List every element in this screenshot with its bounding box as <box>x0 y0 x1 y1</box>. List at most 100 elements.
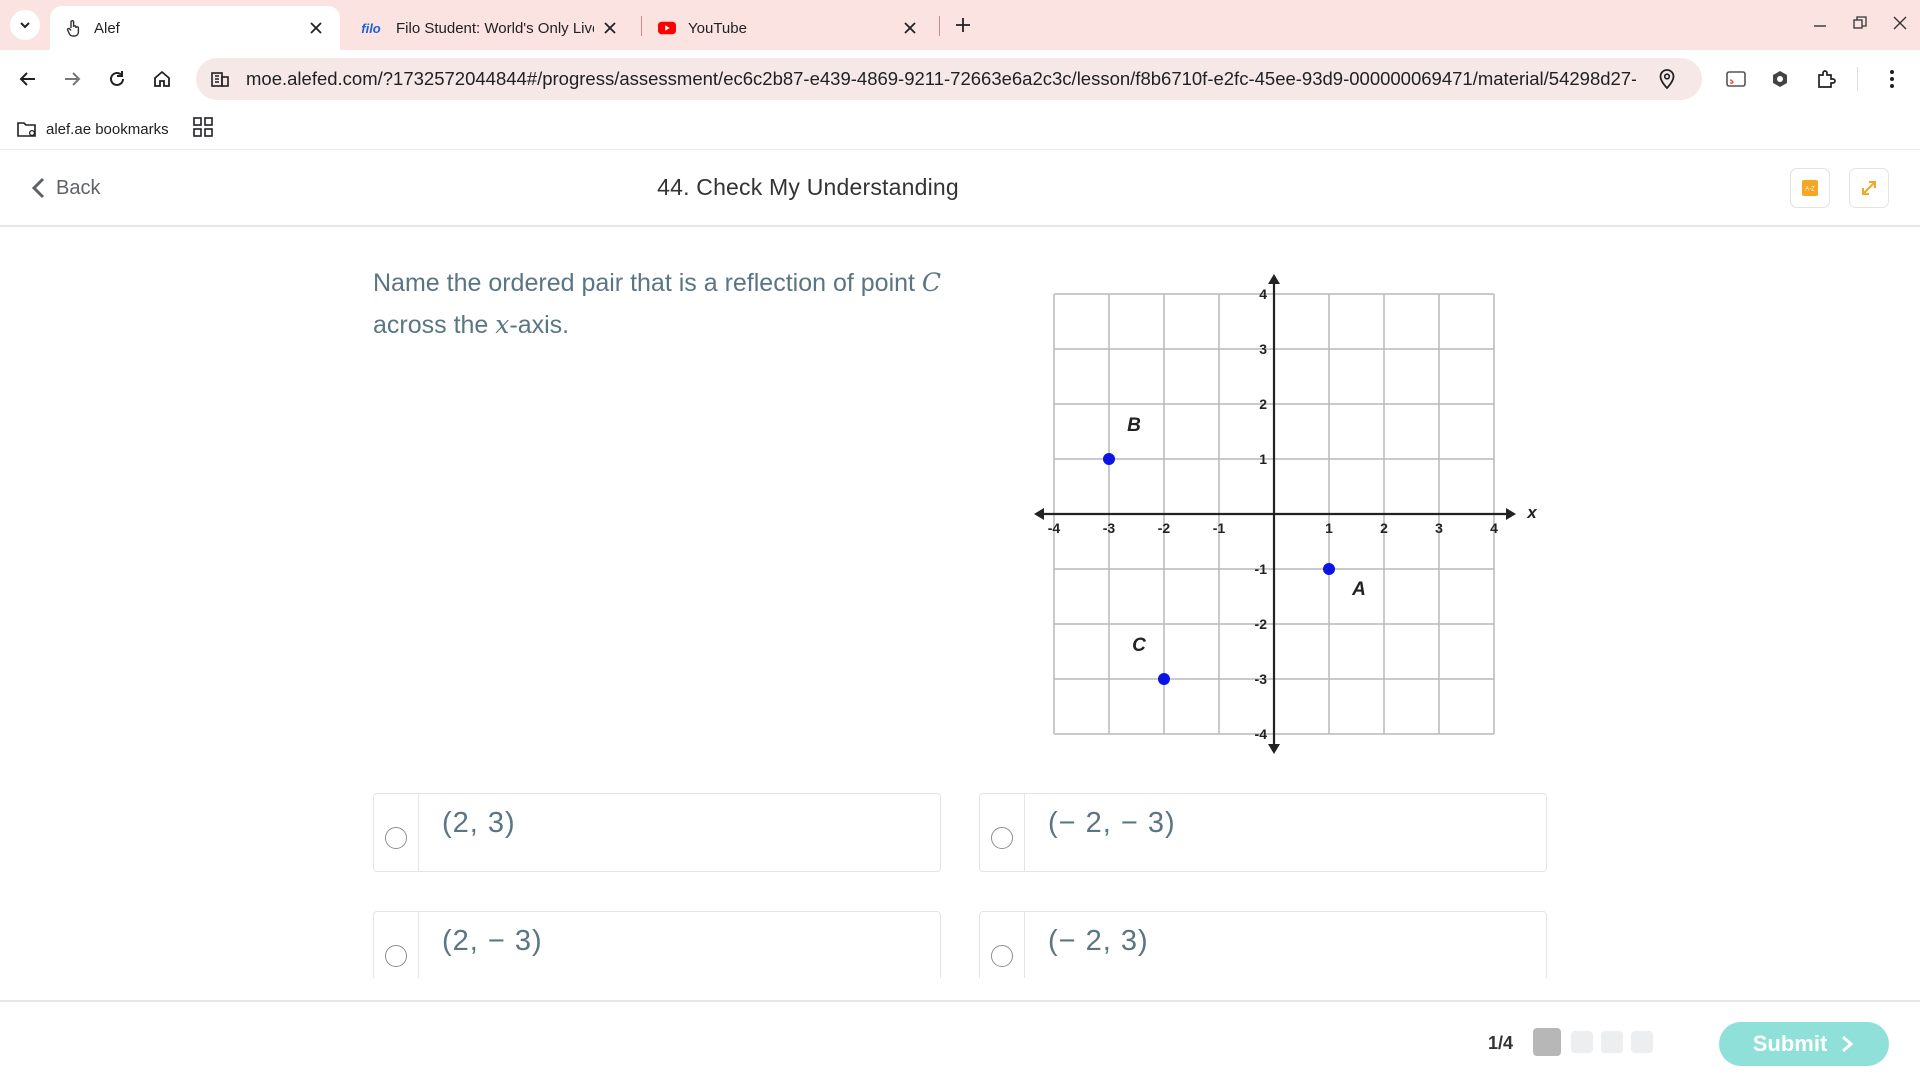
youtube-icon <box>658 19 676 37</box>
url-text: moe.alefed.com/?1732572044844#/progress/… <box>246 68 1636 89</box>
tab-youtube[interactable]: YouTube <box>644 6 934 50</box>
extension-button[interactable] <box>1764 63 1796 95</box>
tab-title: Alef <box>94 19 120 37</box>
reload-button[interactable] <box>101 63 133 95</box>
question-text: Name the ordered pair that is a reflecti… <box>373 262 973 346</box>
y-tick-label: 1 <box>1259 451 1267 467</box>
browser-menu-button[interactable] <box>1876 63 1908 95</box>
bookmark-folder-alef[interactable]: alef.ae bookmarks <box>16 117 169 141</box>
home-button[interactable] <box>146 63 178 95</box>
x-tick-label: 4 <box>1490 520 1498 536</box>
close-icon[interactable] <box>600 18 620 38</box>
coordinate-plane: x -4 -3 -2 -1 1 2 3 4 4 3 2 1 -1 -2 -3 -4 B A C <box>1034 274 1538 754</box>
close-window-button[interactable] <box>1882 8 1918 38</box>
submit-button[interactable]: Submit <box>1719 1022 1889 1066</box>
bookmark-label: alef.ae bookmarks <box>46 120 169 138</box>
kebab-menu-icon <box>1890 70 1894 88</box>
browser-toolbar: moe.alefed.com/?1732572044844#/progress/… <box>0 50 1920 108</box>
option-label: (2, 3) <box>442 807 516 839</box>
y-tick-label: 3 <box>1259 341 1267 357</box>
progress-step-3[interactable] <box>1601 1031 1623 1053</box>
question-part: Name the ordered pair that is a reflecti… <box>373 269 922 297</box>
point-label-B: B <box>1127 415 1141 436</box>
radio-cell <box>374 794 419 871</box>
folder-icon <box>17 122 36 137</box>
x-tick-label: -1 <box>1213 520 1226 536</box>
option-label: (− 2, − 3) <box>1048 807 1176 839</box>
y-tick-label: -4 <box>1255 726 1268 742</box>
svg-text:A-Z: A-Z <box>1805 187 1815 193</box>
extensions-menu-button[interactable] <box>1810 63 1842 95</box>
cast-extension-button[interactable] <box>1720 63 1752 95</box>
x-tick-label: -3 <box>1103 520 1116 536</box>
tab-separator <box>939 16 940 36</box>
x-tick-label: 3 <box>1435 520 1443 536</box>
question-point: C <box>921 268 942 297</box>
apps-grid-icon[interactable] <box>192 116 214 138</box>
minimize-icon <box>1814 25 1826 27</box>
fullscreen-button[interactable] <box>1849 168 1889 208</box>
arrow-left-icon <box>19 72 35 86</box>
hexagon-extension-icon <box>1773 71 1787 87</box>
radio-cell <box>980 794 1025 871</box>
radio-button[interactable] <box>385 944 407 967</box>
toolbar-separator <box>1857 67 1858 91</box>
y-axis-arrow-up <box>1268 274 1280 284</box>
x-axis-arrow-right <box>1506 508 1516 520</box>
close-icon <box>1893 16 1907 30</box>
hand-pointer-icon <box>64 19 82 37</box>
new-tab-button[interactable] <box>950 12 976 38</box>
browser-tab-bar: Alef filo Filo Student: World's Only Liv… <box>0 0 1920 50</box>
answer-option-2[interactable]: (− 2, − 3) <box>979 793 1547 872</box>
restore-button[interactable] <box>1842 8 1878 38</box>
progress-step-2[interactable] <box>1571 1031 1593 1053</box>
submit-label: Submit <box>1752 1031 1828 1056</box>
data-points: B A C <box>1103 415 1366 685</box>
y-tick-label: -2 <box>1255 616 1268 632</box>
dictionary-icon: A-Z <box>1802 180 1818 196</box>
plus-icon <box>956 18 970 32</box>
restore-icon <box>1853 16 1867 29</box>
point-label-A: A <box>1351 579 1366 600</box>
x-tick-label: -2 <box>1158 520 1171 536</box>
forward-nav-button[interactable] <box>56 63 88 95</box>
site-info-icon[interactable] <box>210 69 230 89</box>
address-bar[interactable]: moe.alefed.com/?1732572044844#/progress/… <box>196 58 1702 100</box>
progress-counter: 1/4 <box>1488 1033 1514 1053</box>
progress-step-4[interactable] <box>1631 1031 1653 1053</box>
y-tick-label: 2 <box>1259 396 1267 412</box>
bookmarks-bar: alef.ae bookmarks <box>0 108 1920 150</box>
location-pin-icon[interactable] <box>1656 68 1678 90</box>
close-icon[interactable] <box>900 18 920 38</box>
page-title: 44. Check My Understanding <box>657 174 959 200</box>
glossary-button[interactable]: A-Z <box>1790 168 1830 208</box>
question-part: across the <box>373 311 496 339</box>
point-C <box>1158 673 1170 685</box>
x-tick-label: 2 <box>1380 520 1388 536</box>
tab-alef[interactable]: Alef <box>50 6 340 50</box>
axes <box>1034 274 1516 754</box>
assessment-footer: 1/4 Submit <box>0 1000 1920 1080</box>
question-axis: x <box>495 310 510 339</box>
close-icon[interactable] <box>306 18 326 38</box>
cast-icon <box>1726 71 1746 87</box>
tab-separator <box>641 16 642 36</box>
answer-option-1[interactable]: (2, 3) <box>373 793 941 872</box>
tab-search-button[interactable] <box>10 10 40 40</box>
x-tick-label: 1 <box>1325 520 1333 536</box>
radio-button[interactable] <box>991 826 1013 849</box>
radio-button[interactable] <box>385 826 407 849</box>
minimize-button[interactable] <box>1802 8 1838 38</box>
y-tick-label: 4 <box>1259 286 1267 302</box>
tab-title: Filo Student: World's Only Live I <box>396 19 594 37</box>
tab-filo[interactable]: filo Filo Student: World's Only Live I <box>344 6 634 50</box>
x-axis-label: x <box>1526 503 1538 522</box>
puzzle-icon <box>1818 70 1836 88</box>
y-tick-label: -1 <box>1255 561 1268 577</box>
progress-step-1[interactable] <box>1533 1028 1561 1056</box>
expand-icon <box>1862 181 1876 195</box>
back-nav-button[interactable] <box>12 63 44 95</box>
lesson-header: Back 44. Check My Understanding A-Z <box>0 150 1920 227</box>
chevron-down-icon <box>20 22 30 29</box>
radio-button[interactable] <box>991 944 1013 967</box>
